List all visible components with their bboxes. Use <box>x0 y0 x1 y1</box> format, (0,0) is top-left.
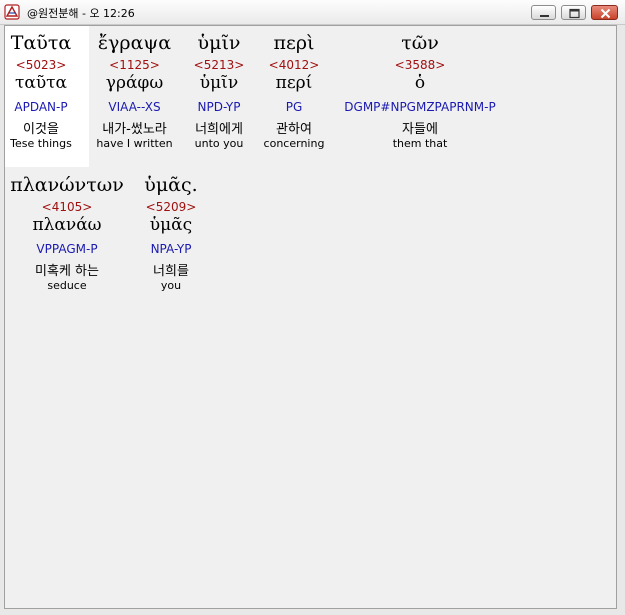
minimize-icon <box>540 15 549 17</box>
window-title: @원전분해 - 오 12:26 <box>27 7 135 20</box>
lemma: ὑμᾶς <box>149 215 193 235</box>
parsing-code: PG <box>285 100 303 114</box>
parsing-code: APDAN-P <box>14 100 68 114</box>
strong-number: <5213> <box>193 58 245 72</box>
korean-gloss: 이것을 <box>23 122 59 137</box>
korean-gloss: 내가-썼노라 <box>102 122 167 137</box>
close-button[interactable] <box>591 5 618 20</box>
greek-word: ὑμῖν <box>197 32 241 54</box>
word-column[interactable]: ὑμᾶς. <5209> ὑμᾶς NPA-YP 너희를 you <box>135 174 207 294</box>
parsing-code: NPA-YP <box>150 242 192 256</box>
lemma: γράφω <box>105 73 164 93</box>
parsing-code: NPD-YP <box>197 100 241 114</box>
english-gloss: seduce <box>47 279 87 292</box>
strong-number: <5209> <box>145 200 197 214</box>
english-gloss: unto you <box>194 137 244 150</box>
title-bar[interactable]: @원전분해 - 오 12:26 <box>0 0 625 25</box>
korean-gloss: 미혹케 하는 <box>35 264 99 279</box>
strong-number: <5023> <box>15 58 67 72</box>
greek-word: τῶν <box>401 32 439 54</box>
app-logo-icon <box>4 4 20 20</box>
korean-gloss: 너희를 <box>153 264 189 279</box>
word-column[interactable]: πλανώντων <4105> πλανάω VPPAGM-P 미혹케 하는 … <box>6 174 128 294</box>
lemma: περί <box>275 73 313 93</box>
strong-number: <4105> <box>41 200 93 214</box>
greek-word: ὑμᾶς. <box>144 174 198 196</box>
greek-word: Ταῦτα <box>10 32 72 54</box>
greek-word: περὶ <box>273 32 315 54</box>
english-gloss: them that <box>392 137 448 150</box>
word-column[interactable]: ἔγραψα <1125> γράφω VIAA--XS 내가-썼노라 have… <box>92 32 177 152</box>
parsing-code: VPPAGM-P <box>36 242 98 256</box>
word-column[interactable]: τῶν <3588> ὁ DGMP#NPGMZPAPRNM-P 자들에 them… <box>336 32 504 152</box>
window-frame-right <box>617 25 625 615</box>
english-gloss: you <box>160 279 182 292</box>
window-frame-bottom <box>0 609 625 615</box>
english-gloss: have I written <box>96 137 173 150</box>
maximize-icon <box>569 8 580 19</box>
korean-gloss: 자들에 <box>402 122 438 137</box>
lemma: ταῦτα <box>14 73 68 93</box>
greek-word: πλανώντων <box>10 174 124 196</box>
english-gloss: concerning <box>263 137 325 150</box>
lemma: ὁ <box>414 73 426 93</box>
parsing-code: VIAA--XS <box>108 100 161 114</box>
word-column[interactable]: ὑμῖν <5213> ὑμῖν NPD-YP 너희에게 unto you <box>182 32 256 152</box>
lemma: ὑμῖν <box>199 73 239 93</box>
lemma: πλανάω <box>32 215 102 235</box>
korean-gloss: 너희에게 <box>195 122 243 137</box>
greek-word: ἔγραψα <box>97 32 172 54</box>
close-icon <box>600 8 611 19</box>
korean-gloss: 관하여 <box>276 122 312 137</box>
strong-number: <1125> <box>109 58 160 72</box>
word-column[interactable]: Ταῦτα <5023> ταῦτα APDAN-P 이것을 Tese thin… <box>5 32 77 152</box>
strong-number: <3588> <box>394 58 446 72</box>
parsing-code: DGMP#NPGMZPAPRNM-P <box>344 100 496 114</box>
strong-number: <4012> <box>268 58 320 72</box>
word-column[interactable]: περὶ <4012> περί PG 관하여 concerning <box>257 32 331 152</box>
maximize-button[interactable] <box>561 5 586 20</box>
minimize-button[interactable] <box>531 5 556 20</box>
english-gloss: Tese things <box>10 137 72 150</box>
